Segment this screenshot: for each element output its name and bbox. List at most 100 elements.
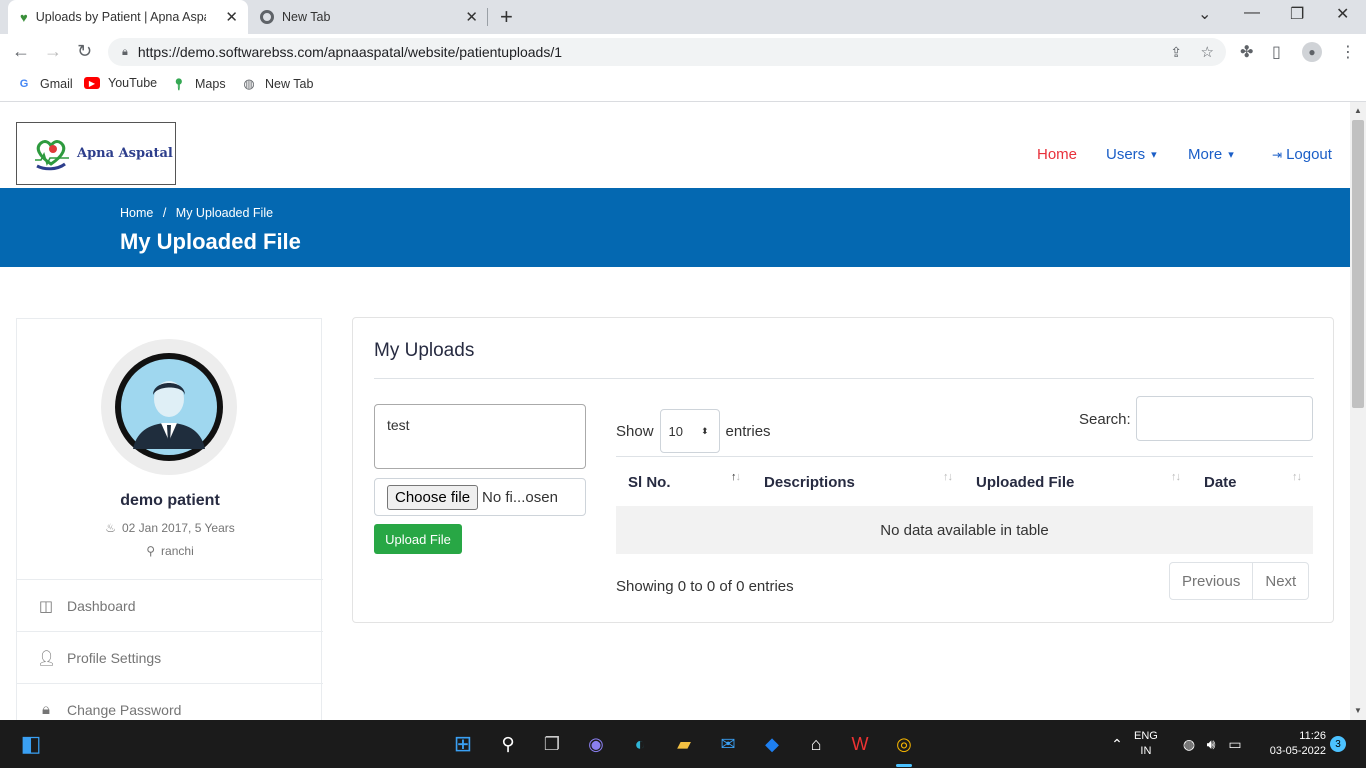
- patient-dob: ♨ 02 Jan 2017, 5 Years: [17, 521, 323, 535]
- profile-sidebar: demo patient ♨ 02 Jan 2017, 5 Years ⚲ ranc…: [16, 318, 323, 720]
- edge-icon[interactable]: ◐: [627, 731, 653, 757]
- wps-office-icon[interactable]: W: [847, 731, 873, 757]
- uploads-card: My Uploads test Choose file No fi...osen…: [352, 317, 1334, 623]
- file-explorer-icon[interactable]: ▰: [671, 731, 697, 757]
- browser-menu-icon[interactable]: ⋮: [1340, 42, 1356, 62]
- nav-logout-link[interactable]: ⇥ Logout: [1272, 146, 1332, 163]
- show-hidden-icons-chevron-icon[interactable]: ⌃: [1104, 731, 1130, 757]
- table-info: Showing 0 to 0 of 0 entries: [616, 578, 794, 595]
- scrollbar-thumb[interactable]: [1352, 120, 1364, 408]
- sidebar-item-label: Dashboard: [67, 597, 136, 614]
- url-text: https://demo.softwarebss.com/apnaaspatal…: [137, 44, 563, 60]
- start-windows-icon[interactable]: ⊞: [450, 731, 476, 757]
- mail-icon[interactable]: ✉: [715, 731, 741, 757]
- file-name-text: No fi...osen: [482, 488, 558, 506]
- patient-location: ⚲ ranchi: [17, 544, 323, 558]
- tab-new-tab[interactable]: New Tab ✕: [248, 0, 488, 34]
- task-view-icon[interactable]: ❐: [539, 731, 565, 757]
- previous-page-button[interactable]: Previous: [1170, 563, 1254, 599]
- extensions-puzzle-icon[interactable]: ✤: [1240, 42, 1253, 62]
- close-tab-icon[interactable]: ✕: [465, 8, 478, 26]
- breadcrumb-home-link[interactable]: Home: [120, 206, 153, 220]
- page-scrollbar[interactable]: ▲ ▼: [1350, 102, 1366, 720]
- time-text: 11:26: [1299, 730, 1326, 742]
- region-text: IN: [1140, 745, 1152, 757]
- scroll-up-icon[interactable]: ▲: [1354, 106, 1362, 115]
- nav-home-link[interactable]: Home: [1037, 146, 1077, 163]
- forward-arrow-icon[interactable]: →: [44, 41, 62, 62]
- select-arrows-icon: ⬍: [700, 425, 709, 436]
- tab-search-chevron-icon[interactable]: ⌄: [1198, 4, 1211, 24]
- sidebar-item-dashboard[interactable]: ◫ Dashboard: [17, 579, 323, 631]
- search-icon[interactable]: ⚲: [495, 731, 521, 757]
- bookmark-youtube[interactable]: ▶ YouTube: [84, 76, 157, 90]
- choose-file-button[interactable]: Choose file: [387, 484, 479, 510]
- globe-icon: ◍: [243, 76, 255, 91]
- back-arrow-icon[interactable]: ←: [12, 41, 30, 62]
- chrome-icon[interactable]: ◎: [891, 731, 917, 757]
- tab-divider: [487, 8, 488, 26]
- address-bar[interactable]: 🔒︎ https://demo.softwarebss.com/apnaaspa…: [108, 38, 1226, 66]
- widgets-icon[interactable]: ◧: [18, 731, 44, 757]
- battery-icon[interactable]: ▭: [1222, 731, 1248, 757]
- page-length-select[interactable]: 10 ⬍: [659, 409, 720, 453]
- card-title: My Uploads: [374, 340, 475, 361]
- column-header-date[interactable]: Date ↑↓: [1192, 457, 1313, 507]
- tab-uploads[interactable]: ♥ Uploads by Patient | Apna Aspatal ✕: [8, 0, 248, 34]
- dropbox-icon[interactable]: ◆: [759, 731, 785, 757]
- upload-file-button[interactable]: Upload File: [374, 524, 462, 554]
- bookmark-label: New Tab: [265, 77, 314, 91]
- next-page-button[interactable]: Next: [1253, 563, 1308, 599]
- sidebar-item-profile-settings[interactable]: 👤︎ Profile Settings: [17, 631, 323, 683]
- date-text: 03-05-2022: [1269, 745, 1326, 757]
- reload-icon[interactable]: ↻: [77, 41, 92, 62]
- column-header-sl-no[interactable]: Sl No. ↑↓: [616, 457, 752, 507]
- bookmark-new-tab[interactable]: ◍ New Tab: [241, 76, 313, 92]
- bookmark-maps[interactable]: 📍︎ Maps: [171, 76, 226, 92]
- site-logo[interactable]: Apna Aspatal: [16, 122, 176, 185]
- language-text: ENG: [1134, 730, 1158, 742]
- chat-icon[interactable]: ◉: [583, 731, 609, 757]
- column-header-descriptions[interactable]: Descriptions ↑↓: [752, 457, 964, 507]
- map-marker-icon: ⚲: [146, 544, 156, 558]
- site-favicon-icon: ♥: [20, 9, 28, 25]
- bookmark-label: Maps: [195, 77, 226, 91]
- sidebar-item-change-password[interactable]: 🔒︎ Change Password: [17, 683, 323, 720]
- scroll-down-icon[interactable]: ▼: [1354, 706, 1362, 715]
- share-icon[interactable]: ⇪: [1170, 44, 1182, 61]
- app-icon[interactable]: ⌂: [803, 731, 829, 757]
- nav-label: More: [1188, 146, 1223, 163]
- breadcrumb-separator: /: [162, 206, 167, 220]
- logo-text: Apna Aspatal: [77, 146, 173, 161]
- close-window-icon[interactable]: ✕: [1336, 4, 1349, 24]
- profile-avatar-icon[interactable]: ●: [1302, 42, 1322, 62]
- volume-icon[interactable]: 🔊︎: [1198, 731, 1224, 757]
- active-app-indicator: [896, 764, 912, 767]
- file-input[interactable]: Choose file No fi...osen: [374, 478, 586, 516]
- close-tab-icon[interactable]: ✕: [225, 8, 238, 26]
- notification-badge[interactable]: 3: [1330, 736, 1346, 752]
- minimize-icon[interactable]: —: [1244, 4, 1260, 22]
- lock-icon: 🔒︎: [122, 45, 128, 58]
- bookmark-label: Gmail: [40, 77, 73, 91]
- page-title: My Uploaded File: [120, 229, 301, 254]
- patient-name: demo patient: [120, 492, 220, 509]
- bookmarks-bar: G Gmail ▶ YouTube 📍︎ Maps ◍ New Tab: [0, 70, 1366, 102]
- user-cog-icon: 👤︎: [37, 649, 57, 667]
- bookmark-gmail[interactable]: G Gmail: [16, 76, 73, 92]
- nav-users-dropdown[interactable]: Users ▾: [1106, 146, 1157, 163]
- bookmark-star-icon[interactable]: ☆: [1201, 43, 1214, 61]
- side-panel-icon[interactable]: ▯: [1272, 42, 1281, 62]
- youtube-icon: ▶: [84, 77, 100, 89]
- language-indicator[interactable]: ENG IN: [1134, 729, 1158, 759]
- column-header-uploaded-file[interactable]: Uploaded File ↑↓: [964, 457, 1192, 507]
- description-textarea[interactable]: test: [374, 404, 586, 469]
- clock[interactable]: 11:26 03-05-2022: [1256, 729, 1326, 759]
- maximize-icon[interactable]: ❐: [1290, 4, 1304, 24]
- table-header: Sl No. ↑↓ Descriptions ↑↓ Uploaded File …: [616, 456, 1313, 506]
- sort-icon: ↑↓: [1171, 471, 1181, 483]
- nav-more-dropdown[interactable]: More ▾: [1188, 146, 1234, 163]
- search-input[interactable]: [1136, 396, 1313, 441]
- nav-label: Home: [1037, 146, 1078, 163]
- new-tab-plus-icon[interactable]: +: [500, 4, 513, 30]
